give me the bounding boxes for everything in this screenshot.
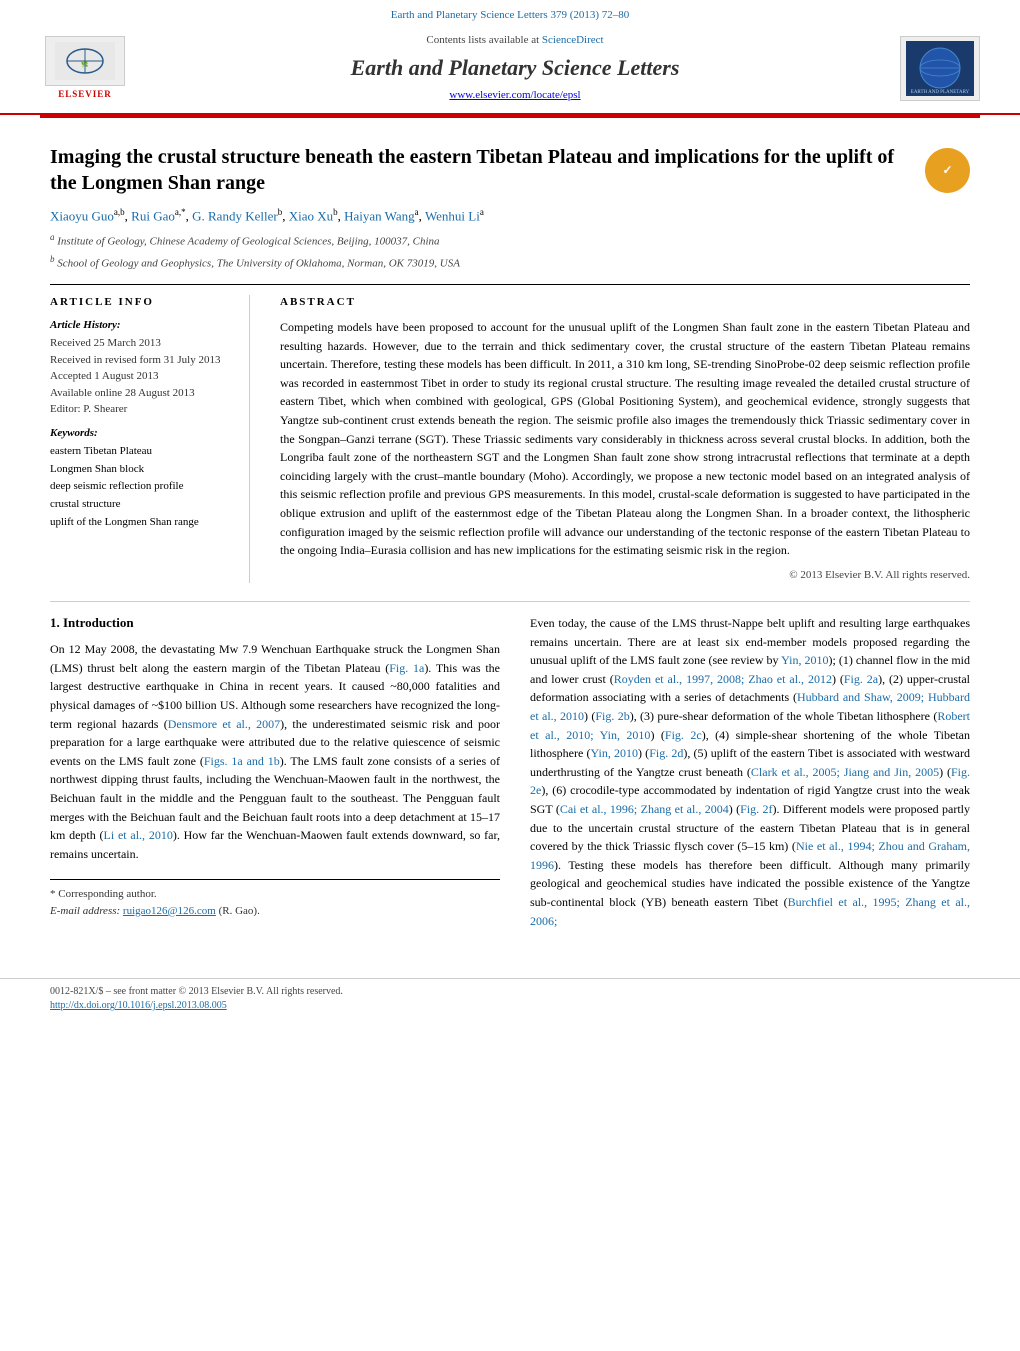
doi-link[interactable]: http://dx.doi.org/10.1016/j.epsl.2013.08… (50, 1000, 227, 1011)
cai-link[interactable]: Cai et al., 1996; Zhang et al., 2004 (560, 802, 729, 816)
authors-line: Xiaoyu Guoa,b, Rui Gaoa,*, G. Randy Kell… (50, 206, 970, 226)
yin2010b-link[interactable]: Yin, 2010 (591, 746, 639, 760)
header-flex: 🌿 ELSEVIER Contents lists available at S… (40, 27, 980, 109)
article-info: ARTICLE INFO Article History: Received 2… (50, 295, 250, 584)
journal-url[interactable]: www.elsevier.com/locate/epsl (150, 88, 880, 103)
copyright-line: © 2013 Elsevier B.V. All rights reserved… (280, 568, 970, 583)
crossmark-badge[interactable]: ✓ (925, 148, 970, 193)
burchfiel-link[interactable]: Burchfiel et al., 1995; Zhang et al., 20… (530, 895, 970, 928)
footer-doi[interactable]: http://dx.doi.org/10.1016/j.epsl.2013.08… (50, 999, 970, 1013)
article-history: Article History: Received 25 March 2013 … (50, 318, 234, 418)
abstract-section: ABSTRACT Competing models have been prop… (280, 295, 970, 584)
affiliations: a Institute of Geology, Chinese Academy … (50, 231, 970, 271)
keywords-list: eastern Tibetan Plateau Longmen Shan blo… (50, 443, 234, 531)
section1-heading: 1. Introduction (50, 614, 500, 632)
footer-issn: 0012-821X/$ – see front matter © 2013 El… (50, 985, 970, 999)
author-rui-gao[interactable]: Rui Gao (131, 208, 175, 223)
yin2010-link[interactable]: Yin, 2010 (781, 653, 828, 667)
fig2c-link[interactable]: Fig. 2c (665, 728, 702, 742)
footnote-section: * Corresponding author. E-mail address: … (50, 879, 500, 919)
densmore-link[interactable]: Densmore et al., 2007 (168, 717, 280, 731)
online-date: Available online 28 August 2013 (50, 385, 234, 402)
article-info-abstract: ARTICLE INFO Article History: Received 2… (50, 284, 970, 584)
section1-left-paragraph: On 12 May 2008, the devastating Mw 7.9 W… (50, 640, 500, 863)
affiliation-b: b School of Geology and Geophysics, The … (50, 253, 970, 272)
keyword-1: eastern Tibetan Plateau (50, 443, 234, 461)
keywords-section: Keywords: eastern Tibetan Plateau Longme… (50, 426, 234, 531)
revised-date: Received in revised form 31 July 2013 (50, 352, 234, 369)
editor-line: Editor: P. Shearer (50, 401, 234, 418)
article-title-section: Imaging the crustal structure beneath th… (50, 144, 970, 196)
figs1-link[interactable]: Figs. 1a and 1b (204, 754, 280, 768)
journal-title: Earth and Planetary Science Letters (150, 53, 880, 84)
keyword-4: crustal structure (50, 496, 234, 514)
royden-link[interactable]: Royden et al., 1997, 2008; Zhao et al., … (614, 672, 832, 686)
footnote-email-link[interactable]: ruigao126@126.com (123, 905, 216, 917)
fig2f-link[interactable]: Fig. 2f (740, 802, 772, 816)
fig2b-link[interactable]: Fig. 2b (595, 709, 629, 723)
author-randy-keller[interactable]: G. Randy Keller (192, 208, 278, 223)
keyword-3: deep seismic reflection profile (50, 478, 234, 496)
journal-top-link[interactable]: Earth and Planetary Science Letters 379 … (40, 8, 980, 23)
article-title: Imaging the crustal structure beneath th… (50, 144, 925, 196)
contents-line: Contents lists available at ScienceDirec… (150, 33, 880, 48)
author-haiyan-wang[interactable]: Haiyan Wang (344, 208, 415, 223)
abstract-text: Competing models have been proposed to a… (280, 318, 970, 560)
journal-top-link-text[interactable]: Earth and Planetary Science Letters 379 … (391, 9, 630, 21)
keyword-5: uplift of the Longmen Shan range (50, 514, 234, 532)
right-column: Even today, the cause of the LMS thrust-… (530, 614, 970, 938)
journal-title-area: Contents lists available at ScienceDirec… (150, 33, 880, 103)
article-body: Imaging the crustal structure beneath th… (0, 118, 1020, 958)
elsevier-logo: 🌿 ELSEVIER (40, 36, 130, 101)
author-xiao-xu[interactable]: Xiao Xu (289, 208, 333, 223)
keyword-2: Longmen Shan block (50, 461, 234, 479)
received-date: Received 25 March 2013 (50, 335, 234, 352)
clark-link[interactable]: Clark et al., 2005; Jiang and Jin, 2005 (751, 765, 939, 779)
fig1a-link[interactable]: Fig. 1a (389, 661, 424, 675)
elsevier-logo-image: 🌿 (45, 36, 125, 86)
section1-right-paragraph: Even today, the cause of the LMS thrust-… (530, 614, 970, 930)
fig2d-link[interactable]: Fig. 2d (649, 746, 683, 760)
fig2a-link[interactable]: Fig. 2a (844, 672, 878, 686)
li2010-link[interactable]: Li et al., 2010 (104, 828, 173, 842)
nie-link[interactable]: Nie et al., 1994; Zhou and Graham, 1996 (530, 839, 970, 872)
accepted-date: Accepted 1 August 2013 (50, 368, 234, 385)
article-history-title: Article History: (50, 318, 234, 333)
svg-text:🌿: 🌿 (81, 60, 89, 68)
footnote-star: * Corresponding author. (50, 886, 500, 903)
keywords-title: Keywords: (50, 426, 234, 441)
page-footer: 0012-821X/$ – see front matter © 2013 El… (0, 978, 1020, 1019)
journal-header: Earth and Planetary Science Letters 379 … (0, 0, 1020, 115)
main-content: 1. Introduction On 12 May 2008, the deva… (50, 601, 970, 938)
affiliation-a: a Institute of Geology, Chinese Academy … (50, 231, 970, 250)
abstract-heading: ABSTRACT (280, 295, 970, 310)
sciencedirect-link[interactable]: ScienceDirect (542, 34, 604, 46)
author-wenhui-li[interactable]: Wenhui Li (425, 208, 480, 223)
earth-logo: EARTH AND PLANETARY (900, 36, 980, 101)
elsevier-label: ELSEVIER (58, 88, 112, 101)
left-column: 1. Introduction On 12 May 2008, the deva… (50, 614, 500, 938)
article-info-heading: ARTICLE INFO (50, 295, 234, 310)
svg-text:EARTH AND PLANETARY: EARTH AND PLANETARY (911, 90, 970, 95)
author-xiaoyu-guo[interactable]: Xiaoyu Guo (50, 208, 114, 223)
footnote-email-line: E-mail address: ruigao126@126.com (R. Ga… (50, 903, 500, 920)
